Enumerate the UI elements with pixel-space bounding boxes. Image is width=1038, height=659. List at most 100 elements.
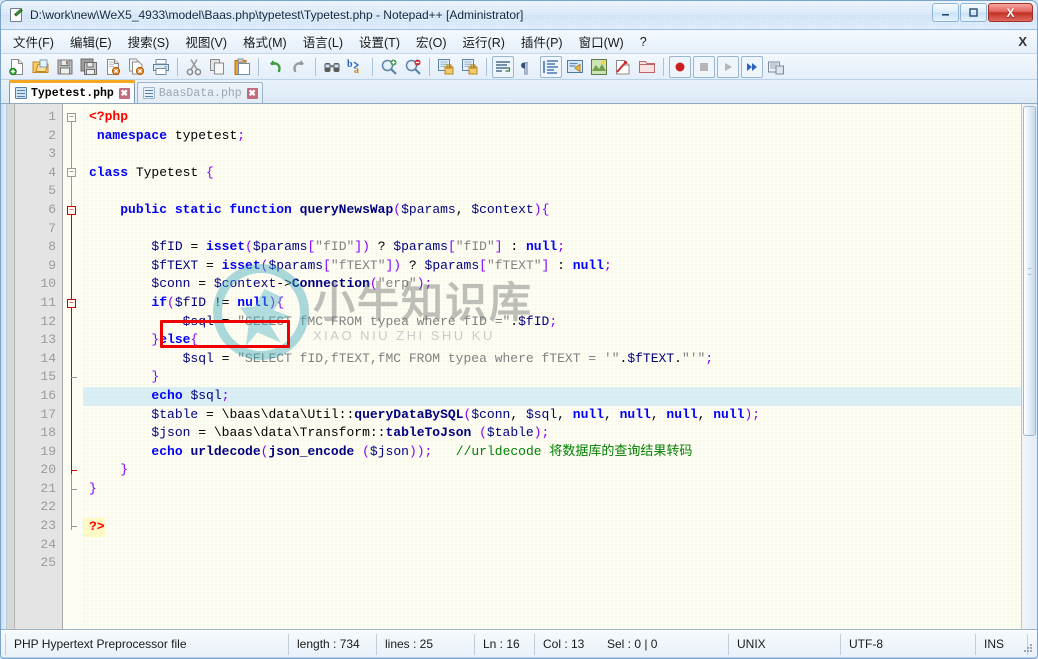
code-token: "fID"	[315, 239, 355, 255]
menu-edit[interactable]: 编辑(E)	[62, 29, 120, 54]
code-token: (	[369, 276, 378, 292]
vertical-scrollbar-thumb[interactable]	[1023, 106, 1036, 436]
code-line[interactable]: }else{	[83, 331, 1021, 350]
code-line[interactable]	[83, 220, 1021, 239]
code-line[interactable]: <?php	[83, 108, 1021, 127]
menu-search[interactable]: 搜索(S)	[120, 29, 178, 54]
minimize-button[interactable]	[932, 3, 959, 22]
redo-icon[interactable]	[288, 56, 310, 78]
tab-close-icon[interactable]: ✖	[246, 87, 258, 99]
menu-settings[interactable]: 设置(T)	[351, 29, 408, 54]
bookmark-margin[interactable]	[7, 104, 15, 629]
code-line[interactable]: $fTEXT = isset($params["fTEXT"]) ? $para…	[83, 257, 1021, 276]
code-line[interactable]: $fID = isset($params["fID"]) ? $params["…	[83, 238, 1021, 257]
paste-icon[interactable]	[231, 56, 253, 78]
show-indent-guide-icon[interactable]	[540, 55, 562, 78]
sync-horizontal-scroll-icon[interactable]	[459, 56, 481, 78]
function-list-icon[interactable]	[612, 56, 634, 78]
menu-view[interactable]: 视图(V)	[177, 29, 235, 54]
menu-plugins[interactable]: 插件(P)	[513, 29, 571, 54]
menu-format[interactable]: 格式(M)	[235, 29, 295, 54]
document-map-icon[interactable]	[588, 56, 610, 78]
show-all-characters-icon[interactable]: ¶	[516, 56, 538, 78]
code-line[interactable]: }	[83, 368, 1021, 387]
menu-window[interactable]: 窗口(W)	[571, 29, 632, 54]
code-line[interactable]: }	[83, 461, 1021, 480]
find-icon[interactable]	[321, 56, 343, 78]
code-line[interactable]: $sql = "SELECT fMC FROM typea where fID …	[83, 313, 1021, 332]
line-number: 16	[40, 387, 56, 403]
toolbar-separator	[315, 57, 316, 76]
document-icon	[15, 87, 27, 99]
code-line[interactable]: echo urldecode(json_encode ($json)); //u…	[83, 443, 1021, 462]
close-button[interactable]: X	[988, 3, 1033, 22]
stop-record-macro-icon[interactable]	[693, 55, 715, 78]
tab-close-icon[interactable]: ✖	[118, 87, 130, 99]
code-folding-column[interactable]: − − − −	[63, 104, 83, 629]
tab-typetest-php[interactable]: Typetest.php ✖	[9, 80, 135, 103]
code-token: ,	[603, 406, 620, 422]
save-all-icon[interactable]	[78, 56, 100, 78]
code-line[interactable]: }	[83, 480, 1021, 499]
line-number: 1	[48, 109, 56, 124]
play-macro-icon[interactable]	[717, 55, 739, 78]
code-line[interactable]: public static function queryNewsWap($par…	[83, 201, 1021, 220]
code-line[interactable]	[83, 498, 1021, 517]
code-line[interactable]	[83, 537, 1021, 556]
cut-icon[interactable]	[183, 56, 205, 78]
resize-grip-icon[interactable]	[1022, 642, 1034, 654]
tab-baasdata-php[interactable]: BaasData.php ✖	[136, 82, 263, 103]
code-line[interactable]: $conn = $context->Connection("erp");	[83, 275, 1021, 294]
run-macro-multiple-icon[interactable]	[741, 55, 763, 78]
sync-vertical-scroll-icon[interactable]	[435, 56, 457, 78]
vertical-scrollbar[interactable]	[1021, 104, 1037, 629]
run-icon[interactable]	[765, 56, 787, 78]
fold-toggle-icon[interactable]: −	[67, 298, 76, 308]
code-token: (	[354, 443, 370, 459]
close-file-icon[interactable]	[102, 56, 124, 78]
code-line[interactable]: namespace typetest;	[83, 127, 1021, 146]
code-line[interactable]: $json = \baas\data\Transform::tableToJso…	[83, 424, 1021, 443]
code-line[interactable]: $table = \baas\data\Util::queryDataBySQL…	[83, 406, 1021, 425]
zoom-out-icon[interactable]	[402, 56, 424, 78]
replace-icon[interactable]: b a	[345, 56, 367, 78]
copy-icon[interactable]	[207, 56, 229, 78]
code-line[interactable]	[83, 145, 1021, 164]
menu-help[interactable]: ?	[632, 32, 655, 52]
new-file-icon[interactable]	[6, 56, 28, 78]
record-macro-icon[interactable]	[669, 55, 691, 78]
code-line[interactable]	[83, 182, 1021, 201]
close-all-files-icon[interactable]	[126, 56, 148, 78]
zoom-in-icon[interactable]	[378, 56, 400, 78]
notepad-plus-plus-window: D:\work\new\WeX5_4933\model\Baas.php\typ…	[0, 0, 1038, 659]
status-bar: PHP Hypertext Preprocessor file length :…	[1, 630, 1037, 657]
close-document-button[interactable]: X	[1018, 34, 1027, 49]
code-line[interactable]: ?>	[83, 518, 105, 537]
menu-file[interactable]: 文件(F)	[5, 29, 62, 54]
line-number: 19	[40, 443, 56, 459]
open-folder-icon[interactable]	[30, 56, 52, 78]
menu-macro[interactable]: 宏(O)	[408, 29, 455, 54]
code-content[interactable]: 小牛知识库 XIAO NIU ZHI SHU KU <?php namespac…	[83, 104, 1021, 629]
code-token: :	[549, 257, 573, 273]
code-line[interactable]: echo $sql;	[83, 386, 1021, 406]
print-icon[interactable]	[150, 56, 172, 78]
menu-run[interactable]: 运行(R)	[455, 29, 513, 54]
code-line[interactable]: class Typetest {	[83, 164, 1021, 183]
code-line[interactable]	[83, 555, 1021, 574]
code-token: Typetest	[128, 164, 207, 180]
code-token: $json	[151, 425, 191, 441]
undo-icon[interactable]	[264, 56, 286, 78]
code-token: [	[323, 257, 331, 273]
save-icon[interactable]	[54, 56, 76, 78]
code-line[interactable]: $sql = "SELECT fID,fTEXT,fMC FROM typea …	[83, 350, 1021, 369]
folder-as-workspace-icon[interactable]	[636, 56, 658, 78]
code-token: $params	[268, 257, 324, 273]
word-wrap-icon[interactable]	[492, 55, 514, 78]
code-token: $sql	[190, 387, 222, 403]
code-line[interactable]: if($fID != null){	[83, 294, 1021, 313]
maximize-button[interactable]	[960, 3, 987, 22]
menu-language[interactable]: 语言(L)	[295, 29, 351, 54]
user-defined-language-icon[interactable]	[564, 56, 586, 78]
